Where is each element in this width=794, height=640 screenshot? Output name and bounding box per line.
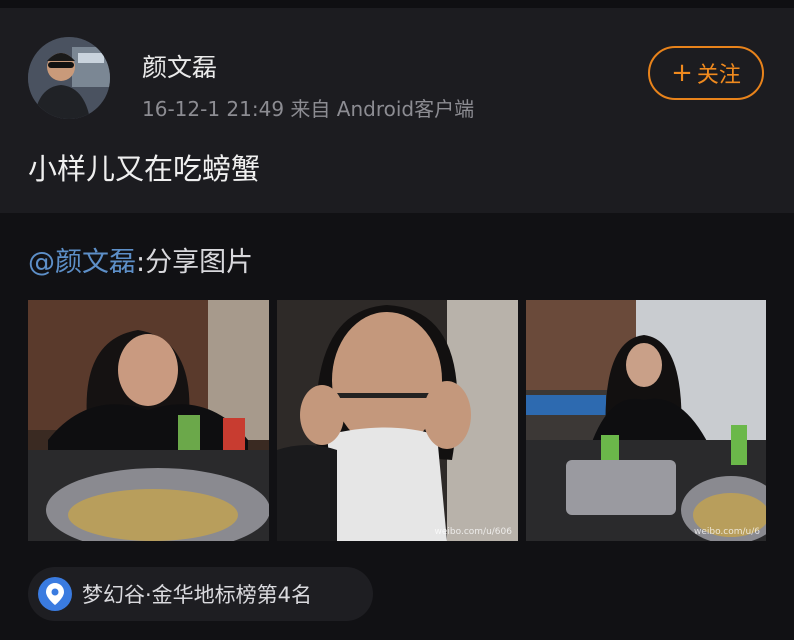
location-pin-icon [38, 577, 72, 611]
timestamp: 16-12-1 21:49 [142, 97, 285, 121]
mention-link[interactable]: @颜文磊 [28, 247, 136, 278]
avatar[interactable] [28, 37, 110, 119]
location-tag[interactable]: 梦幻谷·金华地标榜第4名 [28, 567, 373, 621]
follow-label: 关注 [696, 63, 741, 88]
photo-thumbnail-1[interactable] [28, 300, 269, 541]
photo-watermark: weibo.com/u/606 [434, 527, 513, 537]
source-client: 来自 Android客户端 [290, 97, 475, 121]
photo-watermark: weibo.com/u/6 [693, 527, 760, 537]
photo-thumbnail-3[interactable]: weibo.com/u/6 [526, 300, 766, 541]
plus-icon: + [671, 58, 693, 88]
repost-suffix: :分享图片 [136, 247, 254, 278]
photo-thumbnail-2[interactable]: weibo.com/u/606 [277, 300, 518, 541]
follow-button[interactable]: + 关注 [648, 46, 764, 100]
repost-header: @颜文磊:分享图片 [28, 240, 253, 279]
post-text: 小样儿又在吃螃蟹 [28, 152, 261, 186]
username[interactable]: 颜文磊 [142, 48, 217, 84]
location-label: 梦幻谷·金华地标榜第4名 [82, 583, 313, 607]
post-meta: 16-12-1 21:49 来自 Android客户端 [142, 93, 474, 122]
